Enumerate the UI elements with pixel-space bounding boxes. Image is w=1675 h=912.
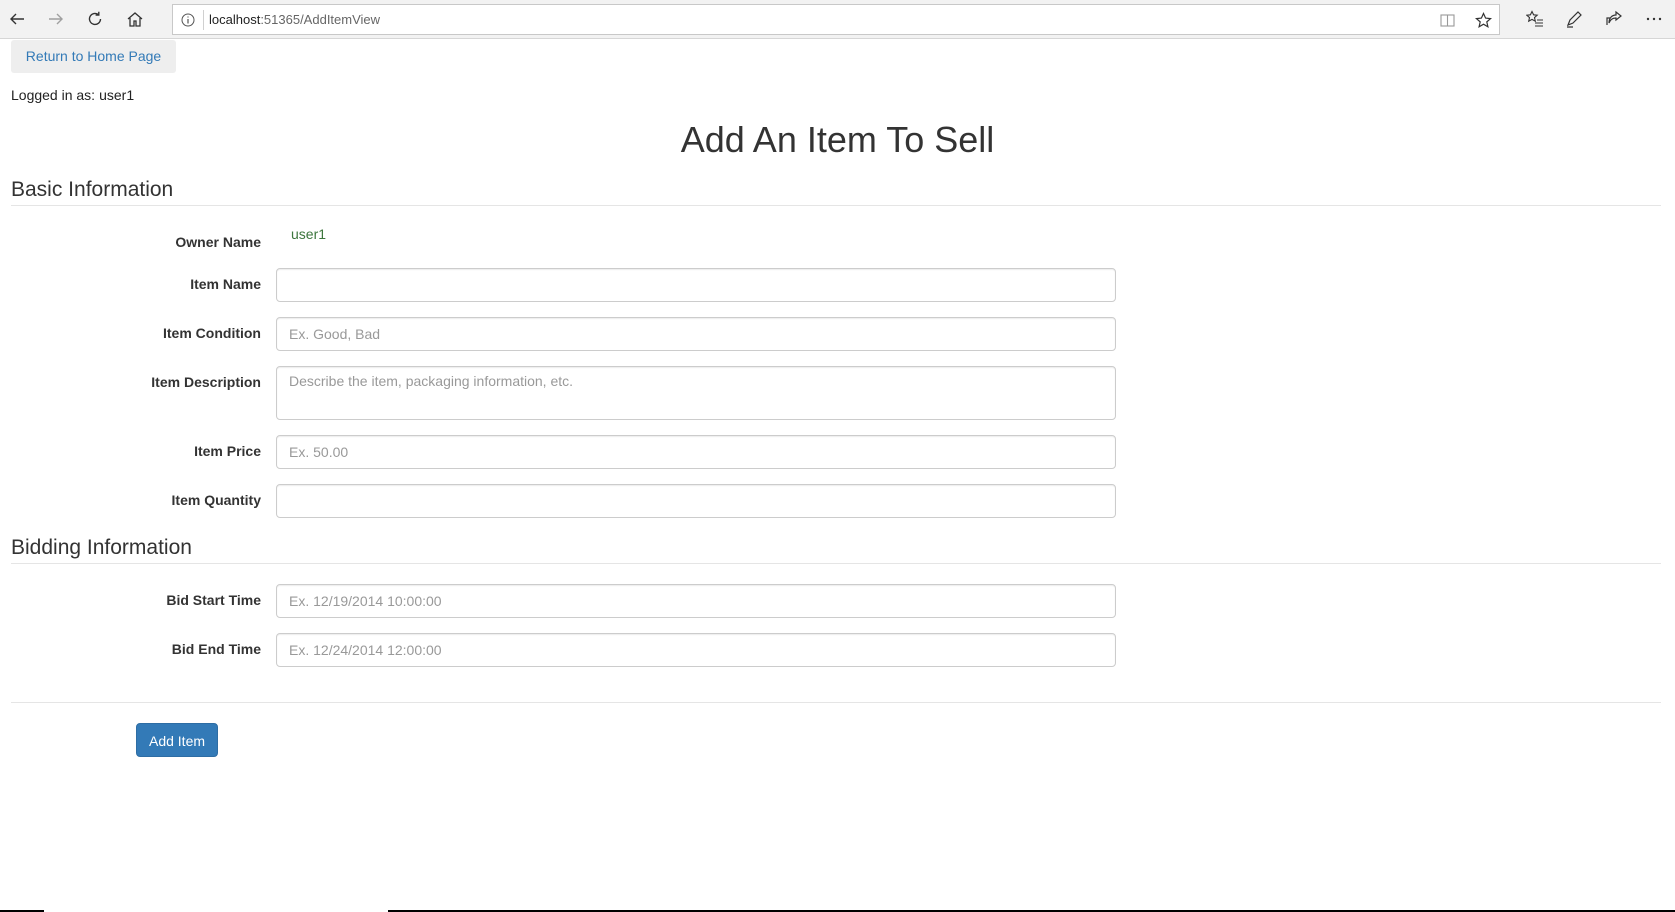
item-quantity-input[interactable] (276, 484, 1116, 518)
back-arrow-icon (10, 13, 24, 25)
share-icon (1606, 10, 1622, 25)
url-host: localhost (209, 12, 261, 27)
forward-arrow-icon (49, 13, 63, 25)
page-title: Add An Item To Sell (680, 119, 995, 160)
url-path: :51365/AddItemView (260, 12, 381, 27)
home-icon (127, 12, 143, 27)
home-button[interactable] (120, 5, 150, 33)
basic-info-divider (11, 205, 1661, 206)
item-description-label: Item Description (151, 374, 261, 390)
browser-toolbar: localhost:51365/AddItemView (0, 0, 1675, 39)
forward-button[interactable] (41, 5, 71, 33)
item-quantity-label: Item Quantity (171, 492, 261, 508)
back-button[interactable] (2, 5, 32, 33)
refresh-icon (88, 11, 102, 26)
bid-end-time-input[interactable] (276, 633, 1116, 667)
pen-icon (1566, 11, 1582, 28)
bid-start-time-label: Bid Start Time (166, 592, 261, 608)
add-item-button[interactable]: Add Item (136, 723, 218, 757)
basic-info-heading: Basic Information (11, 178, 174, 201)
item-price-label: Item Price (194, 443, 261, 459)
address-separator (203, 10, 204, 30)
bidding-info-heading: Bidding Information (11, 536, 192, 559)
favorite-star-icon[interactable] (1471, 9, 1495, 31)
item-price-input[interactable] (276, 435, 1116, 469)
url-text[interactable]: localhost:51365/AddItemView (209, 12, 380, 28)
refresh-button[interactable] (80, 5, 110, 33)
logged-in-status: Logged in as: user1 (11, 87, 134, 104)
return-home-link[interactable]: Return to Home Page (11, 40, 176, 73)
item-condition-label: Item Condition (163, 325, 261, 341)
bidding-info-divider (11, 563, 1661, 564)
logged-in-username: user1 (99, 87, 135, 103)
item-name-label: Item Name (190, 276, 261, 292)
address-bar[interactable]: localhost:51365/AddItemView (172, 4, 1500, 35)
site-info-icon[interactable] (180, 12, 196, 28)
item-name-input[interactable] (276, 268, 1116, 302)
favorites-hub-button[interactable] (1520, 5, 1550, 33)
form-footer-divider (11, 702, 1661, 703)
favorites-list-icon (1526, 10, 1543, 27)
item-condition-input[interactable] (276, 317, 1116, 351)
owner-name-label: Owner Name (175, 234, 261, 250)
more-options-button[interactable] (1639, 5, 1669, 33)
item-description-textarea[interactable] (276, 366, 1116, 420)
reading-view-icon[interactable] (1435, 9, 1459, 31)
web-notes-button[interactable] (1559, 5, 1589, 33)
ellipsis-icon (1646, 17, 1662, 21)
owner-name-value: user1 (291, 226, 327, 242)
bid-end-time-label: Bid End Time (171, 641, 261, 657)
bid-start-time-input[interactable] (276, 584, 1116, 618)
share-button[interactable] (1599, 5, 1629, 33)
logged-in-label: Logged in as: (11, 87, 96, 103)
